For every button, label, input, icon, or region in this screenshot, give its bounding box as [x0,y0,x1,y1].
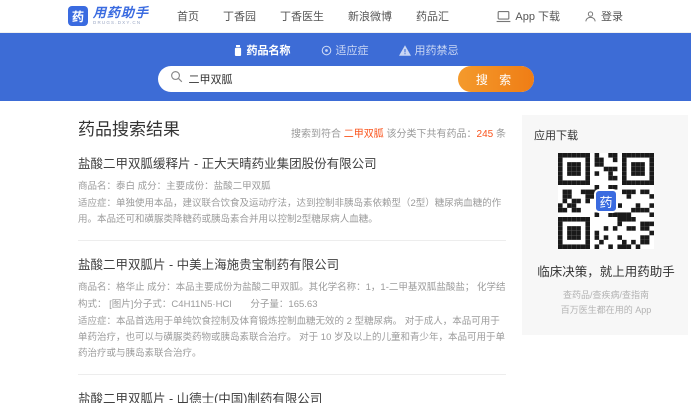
pill-bottle-icon [233,45,243,56]
app-download-heading: 应用下载 [534,127,678,143]
search-input[interactable] [189,73,439,85]
summary-keyword: 二甲双胍 [344,129,384,140]
app-download-card: 应用下载 药 临床决策，就上用药助手 查药品/查疾病/查指南 百万医生都在用的 … [522,115,688,335]
top-bar: 药 用药助手 DRUGS.DXY.CN 首页 丁香园 丁香医生 新浪微博 药品汇… [0,0,691,33]
result-item: 盐酸二甲双胍片 - 中美上海施贵宝制药有限公司 商品名：格华止 成分：本品主要成… [78,241,506,375]
tab-indication[interactable]: 适应症 [321,42,369,58]
content: 药品搜索结果 搜索到符合 二甲双胍 该分类下共有药品：245 条 盐酸二甲双胍缓… [0,101,691,403]
tab-contraindication-label: 用药禁忌 [415,42,459,58]
sidebar: 应用下载 药 临床决策，就上用药助手 查药品/查疾病/查指南 百万医生都在用的 … [522,115,688,403]
app-download-button[interactable]: App 下载 [496,8,560,24]
nav-item-home[interactable]: 首页 [177,8,199,24]
nav-item-dxy-doctor[interactable]: 丁香医生 [280,8,324,24]
nav-item-dxy[interactable]: 丁香园 [223,8,256,24]
user-icon [584,10,597,23]
target-icon [321,45,332,56]
tab-contraindication[interactable]: 用药禁忌 [399,42,459,58]
app-description-line1: 查药品/查疾病/查指南 [534,288,678,303]
result-title-link[interactable]: 盐酸二甲双胍片 - 中美上海施贵宝制药有限公司 [78,254,506,273]
top-actions: App 下载 登录 [496,8,623,24]
result-product-line: 商品名：泰白 成分：主要成份：盐酸二甲双胍 [78,179,506,195]
logo[interactable]: 药 用药助手 DRUGS.DXY.CN [68,6,149,26]
search-button[interactable]: 搜 索 [458,66,534,92]
app-slogan: 临床决策，就上用药助手 [534,261,678,280]
search-row: 搜 索 [158,66,534,92]
page: 药 用药助手 DRUGS.DXY.CN 首页 丁香园 丁香医生 新浪微博 药品汇… [0,0,691,403]
nav-item-weibo[interactable]: 新浪微博 [348,8,392,24]
logo-icon: 药 [68,6,88,26]
result-product-line: 商品名：格华止 成分：本品主要成份为盐酸二甲双胍。其化学名称：1，1-二甲基双胍… [78,280,506,312]
app-description: 查药品/查疾病/查指南 百万医生都在用的 App [534,288,678,319]
app-description-line2: 百万医生都在用的 App [534,303,678,318]
summary-middle: 该分类下共有药品： [384,129,477,140]
summary-suffix: 条 [493,129,506,140]
result-title-link[interactable]: 盐酸二甲双胍缓释片 - 正大天晴药业集团股份有限公司 [78,153,506,172]
page-title: 药品搜索结果 [78,115,180,140]
tab-indication-label: 适应症 [336,42,369,58]
search-type-tabs: 药品名称 适应症 用药禁忌 [0,33,691,58]
result-indication-line: 适应症：单独使用本品，建议联合饮食及运动疗法，达到控制非胰岛素依赖型（2型）糖尿… [78,196,506,228]
logo-text: 用药助手 DRUGS.DXY.CN [93,6,149,26]
login-label: 登录 [601,8,623,24]
result-indication-line: 适应症：本品首选用于单纯饮食控制及体育锻炼控制血糖无效的 2 型糖尿病。 对于成… [78,314,506,362]
warning-icon [399,45,411,56]
login-button[interactable]: 登录 [584,8,623,24]
top-nav: 首页 丁香园 丁香医生 新浪微博 药品汇 [177,8,449,24]
logo-title: 用药助手 [93,6,149,19]
qr-center-logo-icon: 药 [594,189,618,213]
results-header: 药品搜索结果 搜索到符合 二甲双胍 该分类下共有药品：245 条 [78,115,506,140]
results-column: 药品搜索结果 搜索到符合 二甲双胍 该分类下共有药品：245 条 盐酸二甲双胍缓… [78,115,506,403]
summary-prefix: 搜索到符合 [291,129,344,140]
logo-subtitle: DRUGS.DXY.CN [93,21,149,26]
laptop-icon [496,10,511,23]
qr-code: 药 [558,153,654,249]
app-download-label: App 下载 [515,8,560,24]
summary-count: 245 [477,129,494,140]
nav-item-drug-hub[interactable]: 药品汇 [416,8,449,24]
tab-drug-name-label: 药品名称 [247,42,291,58]
search-banner: 药品名称 适应症 用药禁忌 [0,33,691,101]
search-icon [170,70,183,88]
result-title-link[interactable]: 盐酸二甲双胍片 - 山德士(中国)制药有限公司 [78,388,506,403]
search-bar: 搜 索 [158,66,534,92]
tab-drug-name[interactable]: 药品名称 [233,42,291,58]
result-item: 盐酸二甲双胍片 - 山德士(中国)制药有限公司 商品名：盐酸二甲双胍片 成分：主… [78,375,506,403]
results-summary: 搜索到符合 二甲双胍 该分类下共有药品：245 条 [291,125,506,140]
result-item: 盐酸二甲双胍缓释片 - 正大天晴药业集团股份有限公司 商品名：泰白 成分：主要成… [78,140,506,241]
